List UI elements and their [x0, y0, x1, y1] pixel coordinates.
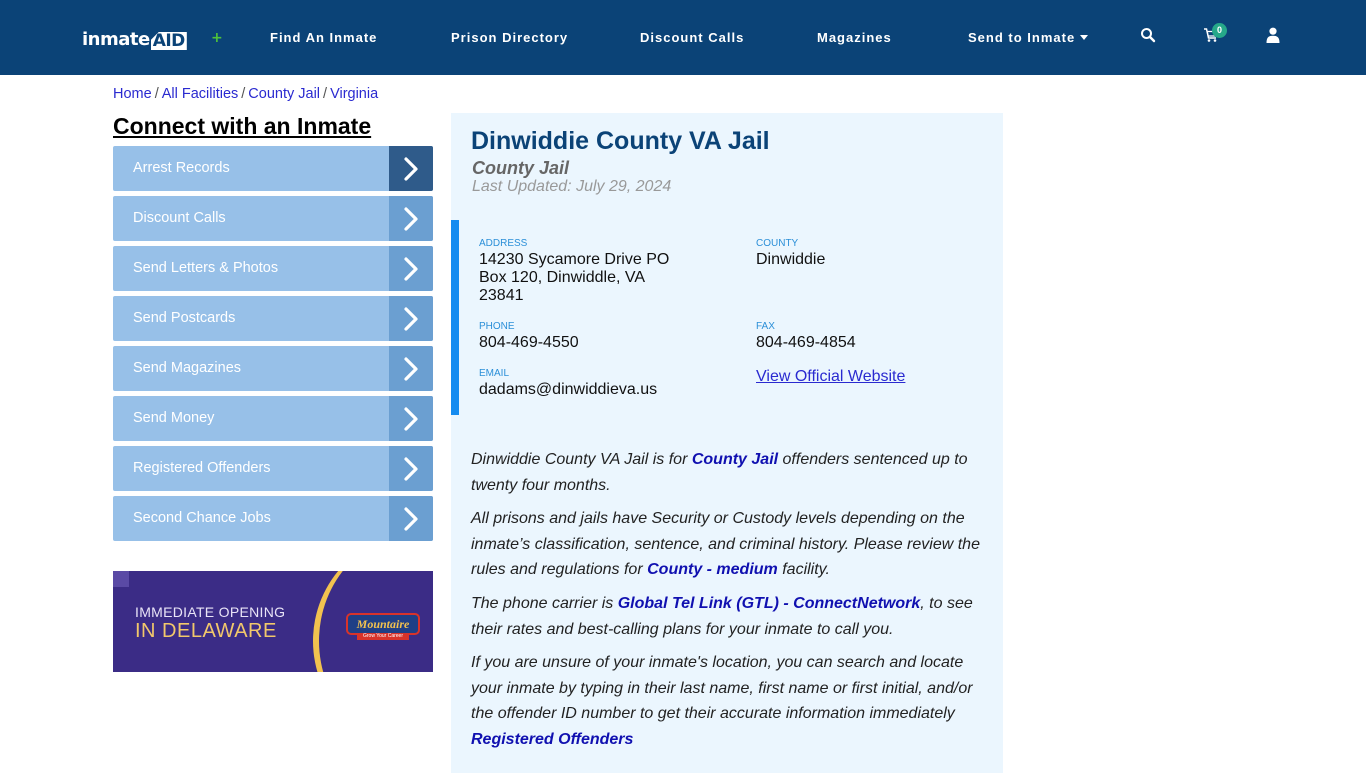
email-label: EMAIL	[479, 368, 510, 379]
description-paragraph-2: All prisons and jails have Security or C…	[471, 506, 991, 583]
chevron-right-icon	[389, 246, 433, 291]
paragraph-text: If you are unsure of your inmate's locat…	[471, 654, 973, 722]
breadcrumb-virginia[interactable]: Virginia	[330, 86, 378, 102]
fax-value: 804-469-4854	[756, 334, 856, 351]
breadcrumb-separator: /	[323, 86, 328, 102]
email-block: EMAIL dadams@dinwiddieva.us	[479, 368, 657, 399]
email-value: dadams@dinwiddieva.us	[479, 381, 658, 398]
inmateaid-logo[interactable]: inmate AID	[82, 26, 187, 50]
facility-panel: Dinwiddie County VA Jail County Jail Las…	[451, 113, 1003, 773]
chevron-right-icon	[389, 396, 433, 441]
nav-find-an-inmate[interactable]: Find An Inmate	[270, 30, 377, 45]
user-icon	[1266, 27, 1280, 43]
nav-magazines[interactable]: Magazines	[817, 30, 892, 45]
breadcrumb-separator: /	[241, 86, 246, 102]
county-jail-link[interactable]: County Jail	[692, 451, 778, 468]
sidebar-item-label: Send Postcards	[133, 310, 236, 326]
address-line: 14230 Sycamore Drive PO	[479, 251, 670, 268]
paragraph-text: Dinwiddie County VA Jail is for	[471, 451, 692, 468]
county-value: Dinwiddie	[756, 251, 826, 268]
sidebar-item-label: Registered Offenders	[133, 460, 271, 476]
sidebar-item-send-magazines[interactable]: Send Magazines	[113, 346, 433, 391]
logo-text: inmate	[82, 29, 150, 50]
ad-decoration	[113, 571, 129, 587]
ad-banner[interactable]: IMMEDIATE OPENING IN DELAWARE Mountaire …	[113, 571, 433, 672]
description-paragraph-4: If you are unsure of your inmate's locat…	[471, 650, 991, 752]
phone-carrier-link[interactable]: Global Tel Link (GTL) - ConnectNetwork	[618, 595, 921, 612]
paragraph-text: facility.	[777, 561, 830, 578]
nav-send-to-inmate[interactable]: Send to Inmate	[968, 30, 1089, 45]
nav-discount-calls[interactable]: Discount Calls	[640, 30, 744, 45]
top-navbar: inmate AID + Find An Inmate Prison Direc…	[0, 0, 1366, 75]
ad-subheadline: IN DELAWARE	[135, 620, 277, 642]
chevron-right-icon	[389, 496, 433, 541]
address-label: ADDRESS	[479, 238, 528, 249]
sidebar-title: Connect with an Inmate	[113, 113, 372, 139]
chevron-right-icon	[389, 296, 433, 341]
last-updated: Last Updated: July 29, 2024	[472, 178, 672, 195]
logo-plus-icon: +	[211, 30, 223, 46]
sidebar-item-discount-calls[interactable]: Discount Calls	[113, 196, 433, 241]
fax-label: FAX	[756, 321, 775, 332]
chevron-right-icon	[389, 346, 433, 391]
sidebar-item-label: Send Money	[133, 410, 215, 426]
ad-brand-tagline: Grow Your Career	[357, 633, 409, 640]
breadcrumb-all-facilities[interactable]: All Facilities	[162, 86, 239, 102]
breadcrumb: Home / All Facilities / County Jail / Virginia	[113, 86, 378, 102]
sidebar-item-send-letters-photos[interactable]: Send Letters & Photos	[113, 246, 433, 291]
phone-block: PHONE 804-469-4550	[479, 321, 579, 352]
facility-type: County Jail	[472, 158, 570, 178]
county-block: COUNTY Dinwiddie	[756, 238, 825, 269]
sidebar-item-send-money[interactable]: Send Money	[113, 396, 433, 441]
phone-value: 804-469-4550	[479, 334, 579, 351]
ad-brand-logo: Mountaire	[346, 613, 420, 635]
breadcrumb-home[interactable]: Home	[113, 86, 152, 102]
nav-send-to-inmate-label: Send to Inmate	[968, 30, 1076, 45]
search-button[interactable]	[1140, 27, 1160, 47]
cart-count-badge: 0	[1212, 23, 1227, 38]
chevron-right-icon	[389, 196, 433, 241]
security-level-link[interactable]: County - medium	[647, 561, 778, 578]
logo-accent: AID	[150, 31, 187, 51]
sidebar-item-label: Send Letters & Photos	[133, 260, 279, 276]
sidebar-item-send-postcards[interactable]: Send Postcards	[113, 296, 433, 341]
description-paragraph-3: The phone carrier is Global Tel Link (GT…	[471, 591, 991, 642]
facility-name: Dinwiddie County VA Jail	[471, 127, 770, 155]
sidebar-item-arrest-records[interactable]: Arrest Records	[113, 146, 433, 191]
chevron-right-icon	[389, 146, 433, 191]
search-icon	[1141, 28, 1156, 43]
address-line: Box 120, Dinwiddle, VA	[479, 269, 646, 286]
paragraph-text: The phone carrier is	[471, 595, 618, 612]
fax-block: FAX 804-469-4854	[756, 321, 856, 352]
sidebar-item-label: Arrest Records	[133, 160, 230, 176]
ad-headline: IMMEDIATE OPENING	[135, 604, 286, 620]
address-line: 23841	[479, 287, 524, 304]
nav-prison-directory[interactable]: Prison Directory	[451, 30, 568, 45]
sidebar-item-label: Send Magazines	[133, 360, 242, 376]
sidebar-item-label: Second Chance Jobs	[133, 510, 271, 526]
breadcrumb-county-jail[interactable]: County Jail	[248, 86, 320, 102]
account-button[interactable]	[1266, 27, 1286, 47]
info-accent-bar	[451, 220, 459, 415]
sidebar-item-second-chance-jobs[interactable]: Second Chance Jobs	[113, 496, 433, 541]
address-value: 14230 Sycamore Drive PO Box 120, Dinwidd…	[479, 251, 719, 305]
website-block: View Official Website	[756, 368, 905, 386]
description-paragraph-1: Dinwiddie County VA Jail is for County J…	[471, 447, 991, 498]
chevron-right-icon	[389, 446, 433, 491]
registered-offenders-link[interactable]: Registered Offenders	[471, 731, 633, 748]
sidebar-item-registered-offenders[interactable]: Registered Offenders	[113, 446, 433, 491]
sidebar-item-label: Discount Calls	[133, 210, 226, 226]
breadcrumb-separator: /	[154, 86, 159, 102]
official-website-link[interactable]: View Official Website	[756, 368, 905, 385]
county-label: COUNTY	[756, 238, 799, 249]
caret-down-icon	[1080, 35, 1089, 40]
address-block: ADDRESS 14230 Sycamore Drive PO Box 120,…	[479, 238, 719, 305]
phone-label: PHONE	[479, 321, 515, 332]
